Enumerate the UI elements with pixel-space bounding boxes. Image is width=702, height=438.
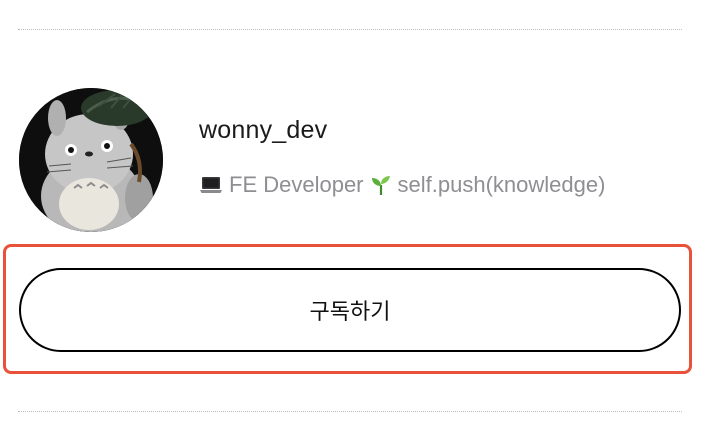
bio-text-motto: self.push(knowledge) [397,172,606,197]
subscribe-button[interactable]: 구독하기 [19,268,681,352]
profile-card-page: wonny_dev FE Developer self.push(knowled… [0,0,702,438]
bio-text-role: FE Developer [229,172,364,197]
username[interactable]: wonny_dev [199,116,327,145]
sprout-icon [370,174,392,196]
avatar[interactable] [19,88,163,232]
avatar-image [19,88,163,232]
bio: FE Developer self.push(knowledge) [199,172,605,198]
profile-section: wonny_dev FE Developer self.push(knowled… [19,88,683,232]
laptop-icon [199,174,223,196]
top-divider [18,29,682,30]
bottom-divider [18,411,682,412]
